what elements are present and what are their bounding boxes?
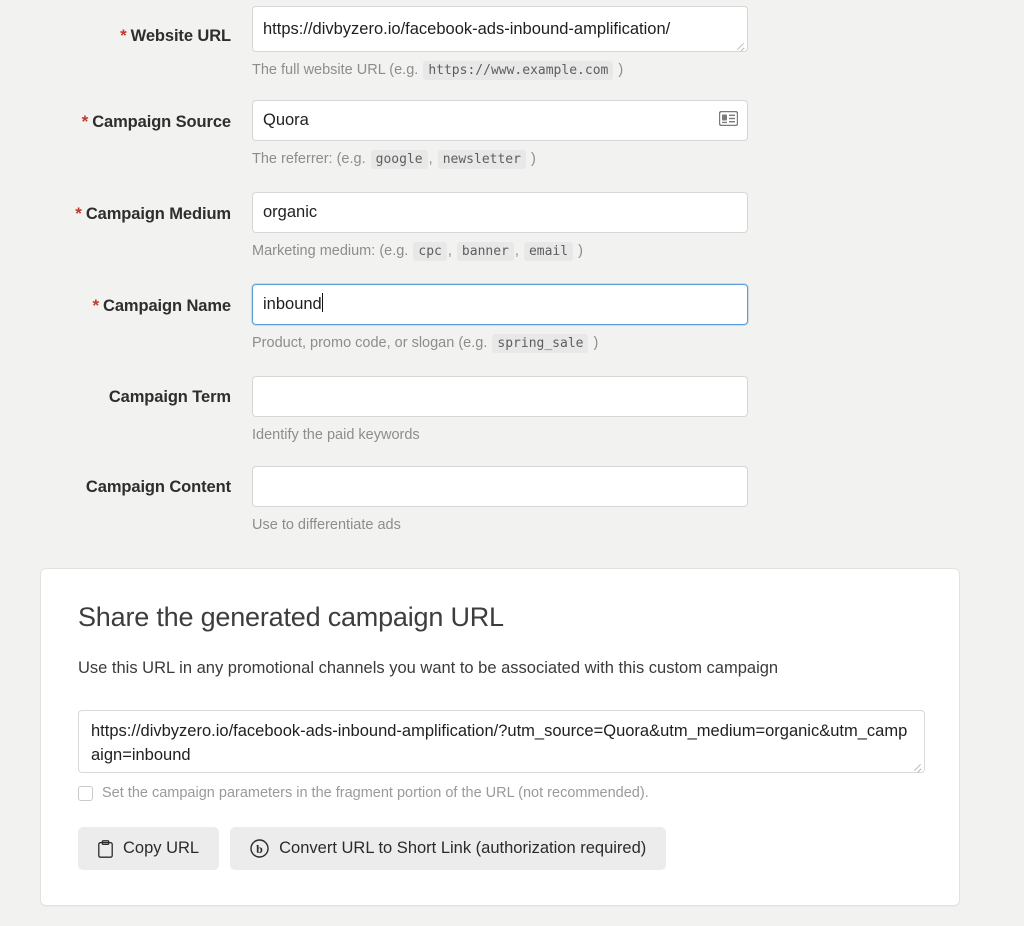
help-campaign-name: Product, promo code, or slogan (e.g. spr… bbox=[252, 334, 748, 353]
help-campaign-term: Identify the paid keywords bbox=[252, 426, 748, 445]
share-card-title: Share the generated campaign URL bbox=[78, 602, 504, 632]
campaign-name-input[interactable]: inbound bbox=[252, 284, 748, 325]
label-website-url: * Website URL bbox=[0, 26, 231, 47]
help-campaign-content: Use to differentiate ads bbox=[252, 516, 748, 535]
contact-card-icon[interactable] bbox=[718, 110, 739, 127]
help-prefix: Product, promo code, or slogan (e.g. bbox=[252, 335, 488, 351]
utm-builder-page: * Website URL https://divbyzero.io/facebo… bbox=[0, 0, 1024, 926]
help-suffix: ) bbox=[618, 62, 624, 78]
help-chip: google bbox=[370, 150, 428, 169]
resize-handle-icon[interactable] bbox=[910, 759, 922, 771]
resize-handle-icon[interactable] bbox=[733, 38, 745, 50]
field-website-url: https://divbyzero.io/facebook-ads-inboun… bbox=[252, 6, 748, 80]
share-card-subtitle: Use this URL in any promotional channels… bbox=[78, 659, 779, 677]
required-star-icon: * bbox=[92, 296, 99, 315]
label-text: Campaign Term bbox=[108, 388, 231, 406]
help-comma: , bbox=[514, 243, 519, 259]
label-campaign-term: Campaign Term bbox=[0, 388, 231, 408]
clipboard-icon bbox=[98, 839, 113, 858]
required-star-icon: * bbox=[75, 204, 82, 223]
help-chip: banner bbox=[456, 242, 514, 261]
help-chip: cpc bbox=[413, 242, 447, 261]
help-suffix: ) bbox=[578, 243, 583, 259]
label-text: Campaign Source bbox=[92, 113, 231, 131]
fragment-checkbox-label: Set the campaign parameters in the fragm… bbox=[102, 785, 649, 801]
required-star-icon: * bbox=[81, 112, 89, 131]
campaign-medium-input[interactable]: organic bbox=[252, 192, 748, 233]
help-prefix: Marketing medium: (e.g. bbox=[252, 243, 409, 259]
campaign-content-input[interactable] bbox=[252, 466, 748, 507]
bitly-icon: b bbox=[250, 839, 269, 858]
help-comma: , bbox=[447, 243, 452, 259]
help-prefix: Identify the paid keywords bbox=[252, 427, 420, 443]
share-url-card: Share the generated campaign URL Use thi… bbox=[40, 568, 960, 906]
fragment-checkbox-row[interactable]: Set the campaign parameters in the fragm… bbox=[78, 785, 649, 801]
copy-url-button[interactable]: Copy URL bbox=[78, 827, 220, 870]
label-text: Website URL bbox=[130, 27, 231, 45]
website-url-value: https://divbyzero.io/facebook-ads-inboun… bbox=[263, 20, 671, 38]
share-card-actions: Copy URL b Convert URL to Short Link (au… bbox=[78, 827, 667, 870]
help-suffix: ) bbox=[593, 335, 599, 351]
generated-url-value: https://divbyzero.io/facebook-ads-inboun… bbox=[91, 722, 908, 764]
generated-url-textarea[interactable]: https://divbyzero.io/facebook-ads-inboun… bbox=[78, 710, 925, 773]
help-prefix: The full website URL (e.g. bbox=[252, 62, 419, 78]
help-chip: spring_sale bbox=[492, 334, 589, 353]
shorten-url-label: Convert URL to Short Link (authorization… bbox=[279, 839, 647, 857]
label-campaign-source: * Campaign Source bbox=[0, 112, 231, 133]
help-prefix: The referrer: (e.g. bbox=[252, 151, 366, 167]
fragment-checkbox[interactable] bbox=[78, 785, 93, 801]
help-campaign-medium: Marketing medium: (e.g. cpc, banner, ema… bbox=[252, 242, 748, 261]
copy-url-label: Copy URL bbox=[123, 839, 200, 857]
field-campaign-term: Identify the paid keywords bbox=[252, 376, 748, 445]
help-comma: , bbox=[428, 151, 433, 167]
website-url-input[interactable]: https://divbyzero.io/facebook-ads-inboun… bbox=[252, 6, 748, 52]
help-chip: newsletter bbox=[437, 150, 526, 169]
label-text: Campaign Medium bbox=[85, 205, 231, 223]
label-campaign-medium: * Campaign Medium bbox=[0, 204, 231, 225]
campaign-medium-value: organic bbox=[263, 203, 318, 221]
label-campaign-content: Campaign Content bbox=[0, 478, 231, 498]
campaign-term-input[interactable] bbox=[252, 376, 748, 417]
help-chip: email bbox=[523, 242, 574, 261]
campaign-source-value: Quora bbox=[263, 111, 309, 129]
field-campaign-medium: organic Marketing medium: (e.g. cpc, ban… bbox=[252, 192, 748, 261]
help-website-url: The full website URL (e.g. https://www.e… bbox=[252, 61, 748, 80]
field-campaign-source: Quora The referrer: (e.g. google, newsle… bbox=[252, 100, 748, 169]
label-text: Campaign Content bbox=[85, 478, 231, 496]
campaign-source-input[interactable]: Quora bbox=[252, 100, 748, 141]
text-caret bbox=[321, 293, 323, 312]
help-chip: https://www.example.com bbox=[423, 61, 614, 80]
required-star-icon: * bbox=[120, 26, 127, 45]
label-text: Campaign Name bbox=[103, 297, 231, 315]
campaign-name-value: inbound bbox=[263, 295, 322, 313]
help-prefix: Use to differentiate ads bbox=[252, 517, 401, 533]
shorten-url-button[interactable]: b Convert URL to Short Link (authorizati… bbox=[230, 827, 667, 870]
field-campaign-content: Use to differentiate ads bbox=[252, 466, 748, 535]
svg-text:b: b bbox=[256, 842, 263, 856]
help-suffix: ) bbox=[531, 151, 536, 167]
field-campaign-name: inbound Product, promo code, or slogan (… bbox=[252, 284, 748, 353]
label-campaign-name: * Campaign Name bbox=[0, 296, 231, 317]
help-campaign-source: The referrer: (e.g. google, newsletter ) bbox=[252, 150, 748, 169]
